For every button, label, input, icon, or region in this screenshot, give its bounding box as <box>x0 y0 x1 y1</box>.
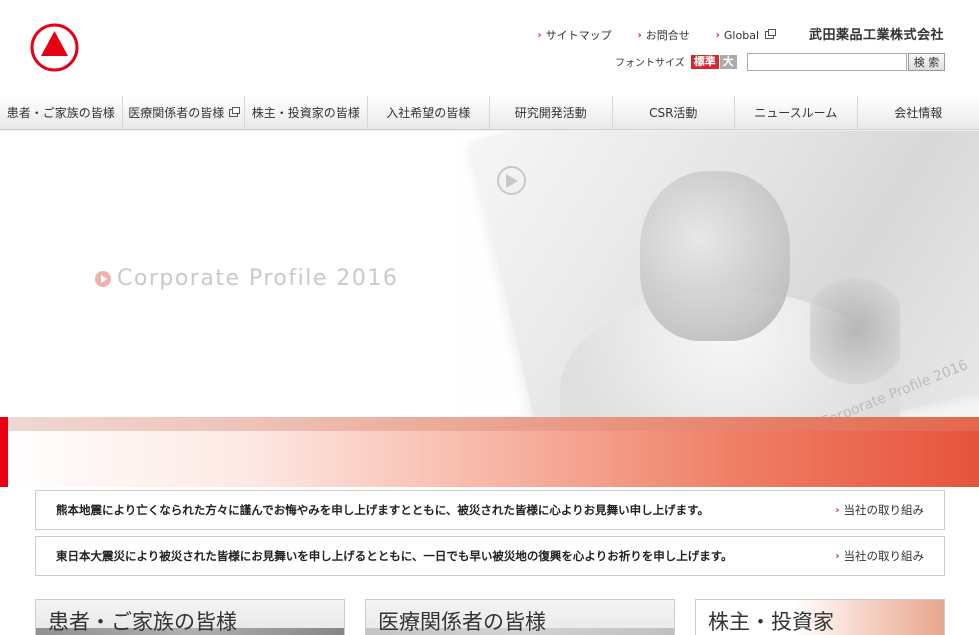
external-window-icon <box>765 29 776 39</box>
company-name: 武田薬品工業株式会社 <box>808 28 944 43</box>
hero-title: Corporate Profile 2016 <box>95 266 398 291</box>
external-window-icon <box>229 106 241 117</box>
card-title: 医療関係者の皆様 <box>378 610 546 634</box>
search-button[interactable]: 検 索 <box>908 53 945 71</box>
red-left-marker <box>0 417 8 487</box>
nav-item-research[interactable]: 研究開発活動 <box>490 96 613 129</box>
chevron-right-icon: › <box>637 29 642 41</box>
notice-link-label: 当社の取り組み <box>843 503 925 517</box>
notice-link-label: 当社の取り組み <box>843 549 925 563</box>
chevron-right-icon: › <box>715 29 720 41</box>
utility-links: › サイトマップ › お問合せ › Global <box>538 27 776 43</box>
notice-text: 熊本地震により亡くなられた方々に謹んでお悔やみを申し上げますとともに、被災された… <box>56 503 709 517</box>
contact-link[interactable]: › お問合せ <box>638 27 690 43</box>
nav-item-patients[interactable]: 患者・ご家族の皆様 <box>0 96 123 129</box>
hero-banner[interactable]: Corporate Profile 2016 Corporate Profile… <box>0 131 979 417</box>
notice-kumamoto: 熊本地震により亡くなられた方々に謹んでお悔やみを申し上げますとともに、被災された… <box>35 490 945 530</box>
site-header: › サイトマップ › お問合せ › Global 武田薬品工業株式会社 フォント… <box>0 0 979 96</box>
sitemap-link[interactable]: › サイトマップ <box>538 27 612 43</box>
nav-item-medical[interactable]: 医療関係者の皆様 <box>123 96 245 129</box>
hero-person-face <box>640 171 790 341</box>
font-size-large-button[interactable]: 大 <box>719 54 737 69</box>
notice-text: 東日本大震災により被災された皆様にお見舞いを申し上げるとともに、一日でも早い被災… <box>56 549 733 563</box>
red-band-top-edge <box>0 417 979 431</box>
hero-title-text: Corporate Profile 2016 <box>117 266 399 291</box>
card-patients[interactable]: 患者・ご家族の皆様 <box>35 599 345 635</box>
chevron-right-icon: › <box>835 550 840 562</box>
notice-tohoku: 東日本大震災により被災された皆様にお見舞いを申し上げるとともに、一日でも早い被災… <box>35 536 945 576</box>
global-link-label: Global <box>723 28 759 42</box>
nav-item-newsroom[interactable]: ニュースルーム <box>735 96 858 129</box>
chevron-right-icon: › <box>835 504 840 516</box>
nav-item-csr[interactable]: CSR活動 <box>613 96 735 129</box>
global-nav: 患者・ご家族の皆様 医療関係者の皆様 株主・投資家の皆様 入社希望の皆様 研究開… <box>0 96 979 130</box>
card-title: 患者・ご家族の皆様 <box>48 610 237 634</box>
notice-link[interactable]: › 当社の取り組み <box>835 548 924 564</box>
card-title: 株主・投資家 <box>708 610 834 634</box>
hero-shadow <box>810 271 900 391</box>
card-medical[interactable]: 医療関係者の皆様 <box>365 599 675 635</box>
font-size-control: フォントサイズ 標準 大 <box>615 54 737 69</box>
search-input[interactable] <box>747 53 907 71</box>
font-size-normal-button[interactable]: 標準 <box>690 54 719 69</box>
takeda-logo-icon[interactable] <box>30 23 79 72</box>
nav-item-company[interactable]: 会社情報 <box>858 96 979 129</box>
notice-link[interactable]: › 当社の取り組み <box>835 502 924 518</box>
chevron-right-icon: › <box>537 29 542 41</box>
global-link[interactable]: › Global <box>715 27 776 43</box>
nav-item-medical-label: 医療関係者の皆様 <box>128 106 225 120</box>
nav-item-investors[interactable]: 株主・投資家の皆様 <box>245 96 368 129</box>
nav-item-careers[interactable]: 入社希望の皆様 <box>368 96 490 129</box>
play-logo-icon <box>497 166 526 195</box>
contact-link-label: お問合せ <box>645 29 690 42</box>
arrow-circle-icon <box>95 270 111 287</box>
card-investors[interactable]: 株主・投資家 <box>695 599 945 635</box>
sitemap-link-label: サイトマップ <box>545 29 612 42</box>
font-size-label: フォントサイズ <box>615 58 685 69</box>
